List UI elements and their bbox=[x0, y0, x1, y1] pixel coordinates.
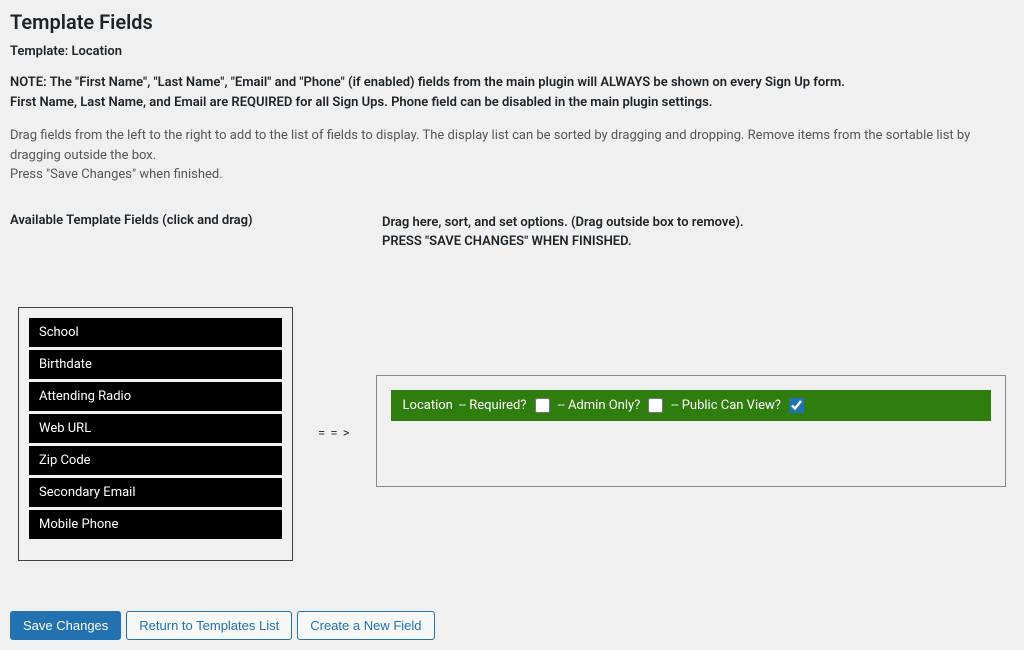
transfer-arrow: = = > bbox=[293, 426, 376, 441]
save-button[interactable]: Save Changes bbox=[10, 611, 121, 640]
selected-fields-box[interactable]: Location -- Required? -- Admin Only? -- … bbox=[376, 375, 1006, 487]
available-field-item[interactable]: Attending Radio bbox=[29, 382, 282, 411]
available-fields-heading: Available Template Fields (click and dra… bbox=[10, 213, 382, 252]
drop-area-heading: Drag here, sort, and set options. (Drag … bbox=[382, 213, 1014, 252]
available-field-item[interactable]: Zip Code bbox=[29, 446, 282, 475]
available-field-item[interactable]: Mobile Phone bbox=[29, 510, 282, 539]
action-buttons-row: Save Changes Return to Templates List Cr… bbox=[10, 611, 1014, 640]
available-field-item[interactable]: Birthdate bbox=[29, 350, 282, 379]
public-view-label: -- Public Can View? bbox=[671, 398, 781, 413]
template-label: Template: bbox=[10, 44, 68, 59]
instructions-block: Drag fields from the left to the right t… bbox=[10, 126, 1014, 185]
public-view-checkbox[interactable] bbox=[789, 398, 804, 413]
required-checkbox[interactable] bbox=[535, 398, 550, 413]
required-label: -- Required? bbox=[459, 398, 527, 413]
note-block: NOTE: The "First Name", "Last Name", "Em… bbox=[10, 73, 1014, 112]
admin-only-checkbox[interactable] bbox=[648, 398, 663, 413]
return-button[interactable]: Return to Templates List bbox=[126, 611, 292, 640]
template-subtitle: Template: Location bbox=[10, 44, 1014, 59]
page-title: Template Fields bbox=[10, 10, 1014, 34]
drop-heading-line-2: PRESS "SAVE CHANGES" WHEN FINISHED. bbox=[382, 232, 1014, 252]
admin-only-label: -- Admin Only? bbox=[558, 398, 641, 413]
available-field-item[interactable]: School bbox=[29, 318, 282, 347]
template-name: Location bbox=[72, 44, 123, 59]
available-fields-box[interactable]: School Birthdate Attending Radio Web URL… bbox=[18, 307, 293, 561]
instruction-line-2: Press "Save Changes" when finished. bbox=[10, 165, 1014, 185]
note-line-2: First Name, Last Name, and Email are REQ… bbox=[10, 93, 1014, 113]
note-line-1: NOTE: The "First Name", "Last Name", "Em… bbox=[10, 73, 1014, 93]
create-field-button[interactable]: Create a New Field bbox=[297, 611, 434, 640]
instruction-line-1: Drag fields from the left to the right t… bbox=[10, 126, 1014, 165]
available-field-item[interactable]: Secondary Email bbox=[29, 478, 282, 507]
available-field-item[interactable]: Web URL bbox=[29, 414, 282, 443]
selected-field-row[interactable]: Location -- Required? -- Admin Only? -- … bbox=[391, 390, 991, 421]
drop-heading-line-1: Drag here, sort, and set options. (Drag … bbox=[382, 213, 1014, 233]
selected-field-name: Location bbox=[403, 398, 453, 413]
